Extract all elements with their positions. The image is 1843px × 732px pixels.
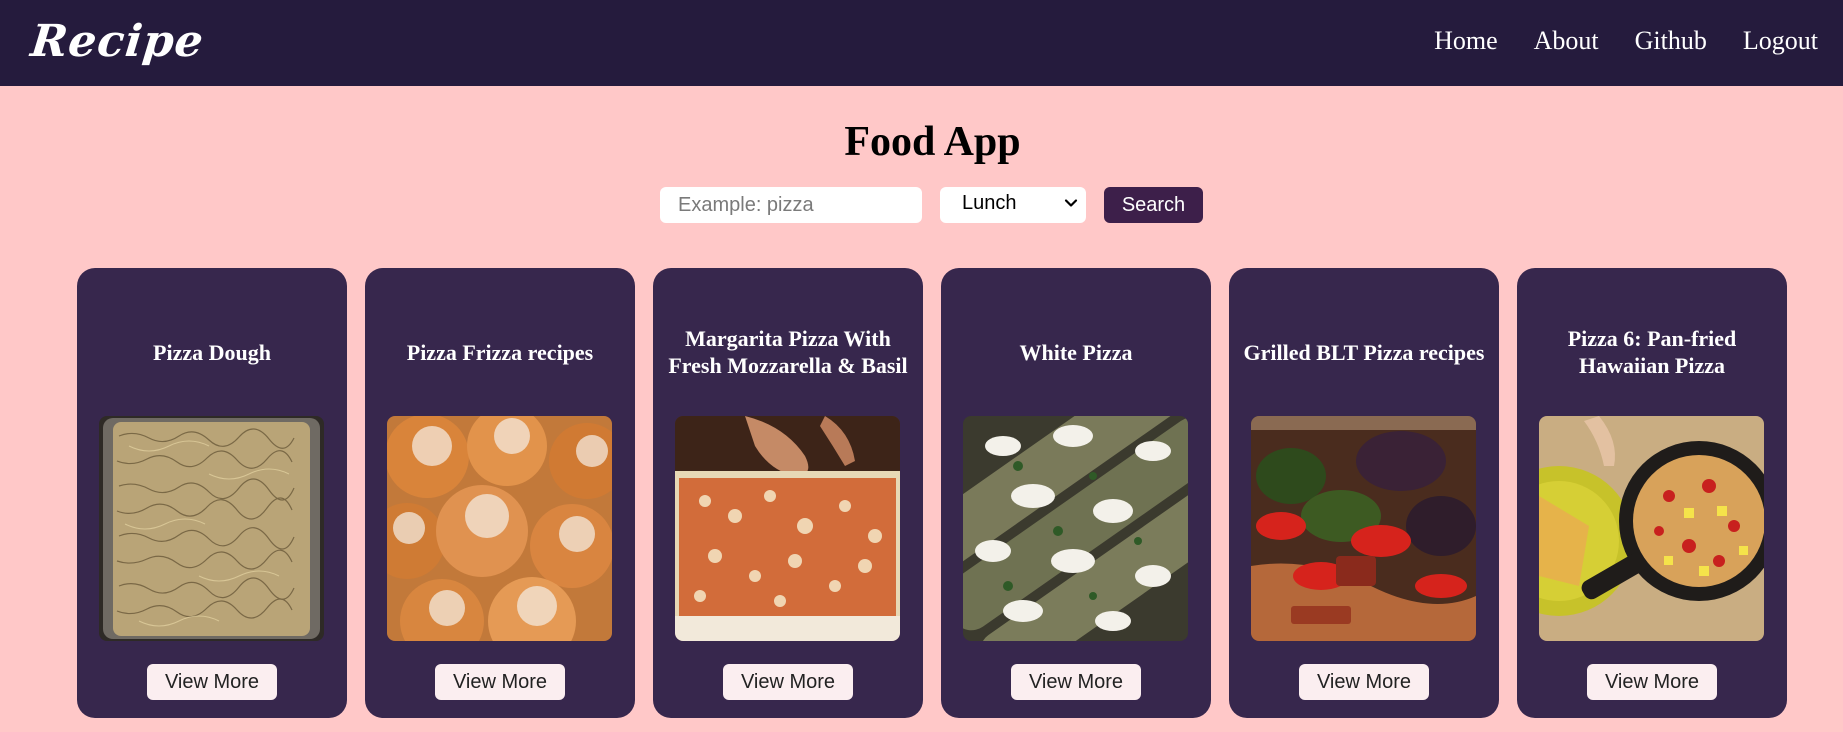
meal-type-select[interactable]: Lunch: [940, 187, 1086, 223]
recipe-image: [963, 416, 1188, 641]
meal-type-selected: Lunch: [962, 192, 1017, 214]
view-more-button[interactable]: View More: [1587, 664, 1717, 700]
recipe-card: Pizza Frizza recipes View More: [365, 268, 635, 718]
recipe-title: Margarita Pizza With Fresh Mozzarella & …: [668, 326, 908, 378]
recipe-title: Pizza Dough: [153, 339, 271, 365]
search-bar: Lunch Search: [660, 187, 1203, 223]
recipe-title: White Pizza: [1019, 339, 1133, 365]
recipe-image: [1539, 416, 1764, 641]
page-title: Food App: [844, 119, 1021, 165]
recipe-card: Pizza Dough View More: [77, 268, 347, 718]
recipe-image: [99, 416, 324, 641]
search-button[interactable]: Search: [1104, 187, 1203, 223]
nav-link-about[interactable]: About: [1534, 26, 1599, 56]
view-more-button[interactable]: View More: [147, 664, 277, 700]
recipe-title: Pizza Frizza recipes: [406, 339, 594, 365]
chevron-down-icon: [1064, 199, 1078, 207]
view-more-button[interactable]: View More: [435, 664, 565, 700]
recipe-title: Pizza 6: Pan-fried Hawaiian Pizza: [1567, 326, 1737, 378]
search-input[interactable]: [660, 187, 922, 223]
recipe-card: Pizza 6: Pan-fried Hawaiian Pizza View M…: [1517, 268, 1787, 718]
recipe-image: [1251, 416, 1476, 641]
view-more-button[interactable]: View More: [1011, 664, 1141, 700]
view-more-button[interactable]: View More: [723, 664, 853, 700]
recipe-card: Grilled BLT Pizza recipes View More: [1229, 268, 1499, 718]
nav-link-github[interactable]: Github: [1635, 26, 1707, 56]
recipe-card: White Pizza View More: [941, 268, 1211, 718]
recipe-title: Grilled BLT Pizza recipes: [1243, 339, 1485, 365]
recipe-card: Margarita Pizza With Fresh Mozzarella & …: [653, 268, 923, 718]
navbar: Recipe Home About Github Logout: [0, 0, 1843, 86]
recipe-image: [675, 416, 900, 641]
nav-links: Home About Github Logout: [1434, 26, 1818, 56]
nav-link-home[interactable]: Home: [1434, 26, 1498, 56]
view-more-button[interactable]: View More: [1299, 664, 1429, 700]
recipe-image: [387, 416, 612, 641]
recipe-card-list: Pizza Dough View More Pizza Frizza recip…: [77, 268, 1787, 718]
nav-link-logout[interactable]: Logout: [1743, 26, 1818, 56]
brand-logo[interactable]: Recipe: [28, 16, 206, 67]
